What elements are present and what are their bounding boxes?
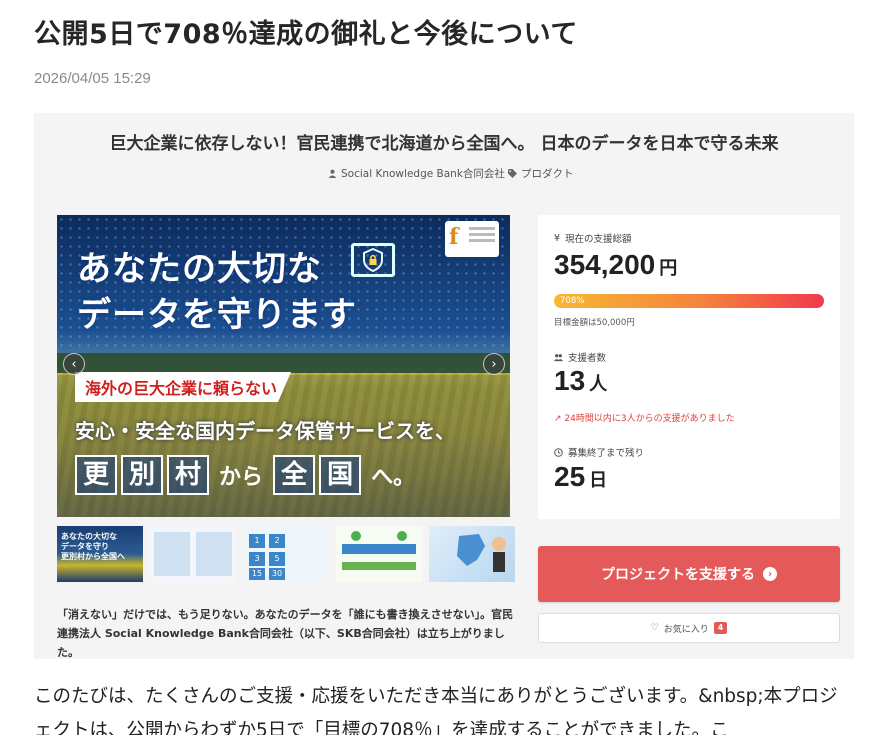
funding-amount-value: 354,200: [554, 249, 656, 280]
recent-support-text: 24時間以内に3人からの支援がありました: [564, 414, 735, 424]
company-logo: f: [445, 221, 499, 257]
remaining-days-unit: 日: [589, 470, 608, 491]
hero-kanji-box: 別: [121, 455, 164, 495]
post-date: 2026/04/05 15:29: [34, 70, 151, 87]
remaining-days-value: 25: [554, 461, 586, 492]
remaining-label-text: 募集終了まで残り: [568, 448, 645, 459]
hero-band-text: 海外の巨大企業に頼らない: [75, 372, 292, 402]
project-author-name: Social Knowledge Bank合同会社: [341, 168, 505, 180]
backers-count: 13 人: [554, 365, 607, 397]
hero-bottom-line: 更 別 村 から 全 国 へ。: [75, 455, 421, 495]
progress-percent: 708%: [560, 296, 585, 306]
tag-icon: [508, 169, 517, 178]
thumbnail-2[interactable]: [150, 526, 236, 582]
page-title: 公開5日で708％達成の御礼と今後について: [34, 19, 578, 50]
project-title[interactable]: 巨大企業に依存しない！官民連携で北海道から全国へ。 日本のデータを日本で守る未来: [34, 129, 854, 154]
carousel-prev-button[interactable]: ‹: [63, 353, 85, 375]
thumbnail-3[interactable]: 1 2 3 5 15 30: [243, 526, 329, 582]
heart-icon: ♡: [650, 623, 659, 633]
hero-subline: 安心・安全な国内データ保管サービスを、: [75, 419, 455, 443]
hero-headline-2: データを守ります: [77, 295, 357, 335]
hero-connector: から: [219, 465, 264, 490]
backers-label: 支援者数: [554, 350, 606, 364]
favorite-count-badge: 4: [713, 622, 728, 634]
funding-label-text: 現在の支援総額: [565, 234, 632, 245]
thumbnail-5[interactable]: [429, 526, 515, 582]
funding-amount-unit: 円: [659, 258, 678, 279]
chevron-right-circle-icon: ›: [763, 567, 777, 581]
yen-icon: ¥: [554, 232, 561, 244]
hero-headline-1: あなたの大切な: [77, 249, 322, 289]
trend-up-icon: ↗: [554, 414, 562, 424]
favorite-button[interactable]: ♡ お気に入り 4: [538, 613, 840, 643]
hero-ending: へ。: [371, 465, 416, 490]
article-body: このたびは、たくさんのご支援・応援をいただき本当にありがとうございます。&nbs…: [34, 686, 838, 735]
remaining-label: 募集終了まで残り: [554, 445, 644, 459]
backers-count-value: 13: [554, 365, 586, 396]
thumbnail-4[interactable]: [336, 526, 422, 582]
support-project-button[interactable]: プロジェクトを支援する ›: [538, 546, 840, 602]
support-button-label: プロジェクトを支援する: [601, 567, 755, 583]
hero-kanji-box: 全: [273, 455, 316, 495]
backers-count-unit: 人: [589, 374, 608, 395]
recent-support-note: ↗ 24時間以内に3人からの支援がありました: [554, 411, 735, 424]
thumbnail-strip: あなたの大切な データを守り 更別村から全国へ 1 2 3 5 15 30: [57, 526, 515, 582]
hero-kanji-box: 国: [319, 455, 362, 495]
shield-lock-icon: [351, 243, 395, 277]
project-author[interactable]: Social Knowledge Bank合同会社: [328, 166, 505, 181]
funding-stats-panel: ¥ 現在の支援総額 354,200 円 708% 目標金額は50,000円 支援者…: [538, 215, 840, 519]
hero-kanji-box: 更: [75, 455, 118, 495]
chevron-left-icon: ‹: [71, 356, 77, 372]
project-embed-card[interactable]: 巨大企業に依存しない！官民連携で北海道から全国へ。 日本のデータを日本で守る未来…: [34, 113, 854, 659]
funding-progress-bar: 708%: [554, 294, 824, 308]
carousel-next-button[interactable]: ›: [483, 353, 505, 375]
backers-label-text: 支援者数: [568, 353, 607, 364]
image-forest: [57, 353, 510, 375]
thumbnail-1-text: あなたの大切な データを守り 更別村から全国へ: [61, 532, 125, 561]
users-icon: [554, 353, 563, 361]
hero-kanji-box: 村: [167, 455, 210, 495]
funding-amount: 354,200 円: [554, 249, 677, 281]
project-category[interactable]: プロダクト: [508, 166, 574, 181]
chevron-right-icon: ›: [491, 356, 497, 372]
thumbnail-1[interactable]: あなたの大切な データを守り 更別村から全国へ: [57, 526, 143, 582]
user-icon: [328, 169, 337, 178]
project-category-name: プロダクト: [521, 168, 574, 180]
funding-label: ¥ 現在の支援総額: [554, 231, 632, 246]
remaining-days: 25 日: [554, 461, 607, 493]
project-lead-text: 「消えない」だけでは、もう足りない。あなたのデータを「誰にも書き換えさせない」。…: [57, 608, 514, 659]
clock-icon: [554, 447, 563, 457]
goal-amount: 目標金額は50,000円: [554, 318, 635, 328]
project-main-image[interactable]: あなたの大切な データを守ります f 海外の巨大企業に頼らない 安心・安全な国内…: [57, 215, 510, 517]
favorite-label: お気に入り: [663, 624, 709, 635]
